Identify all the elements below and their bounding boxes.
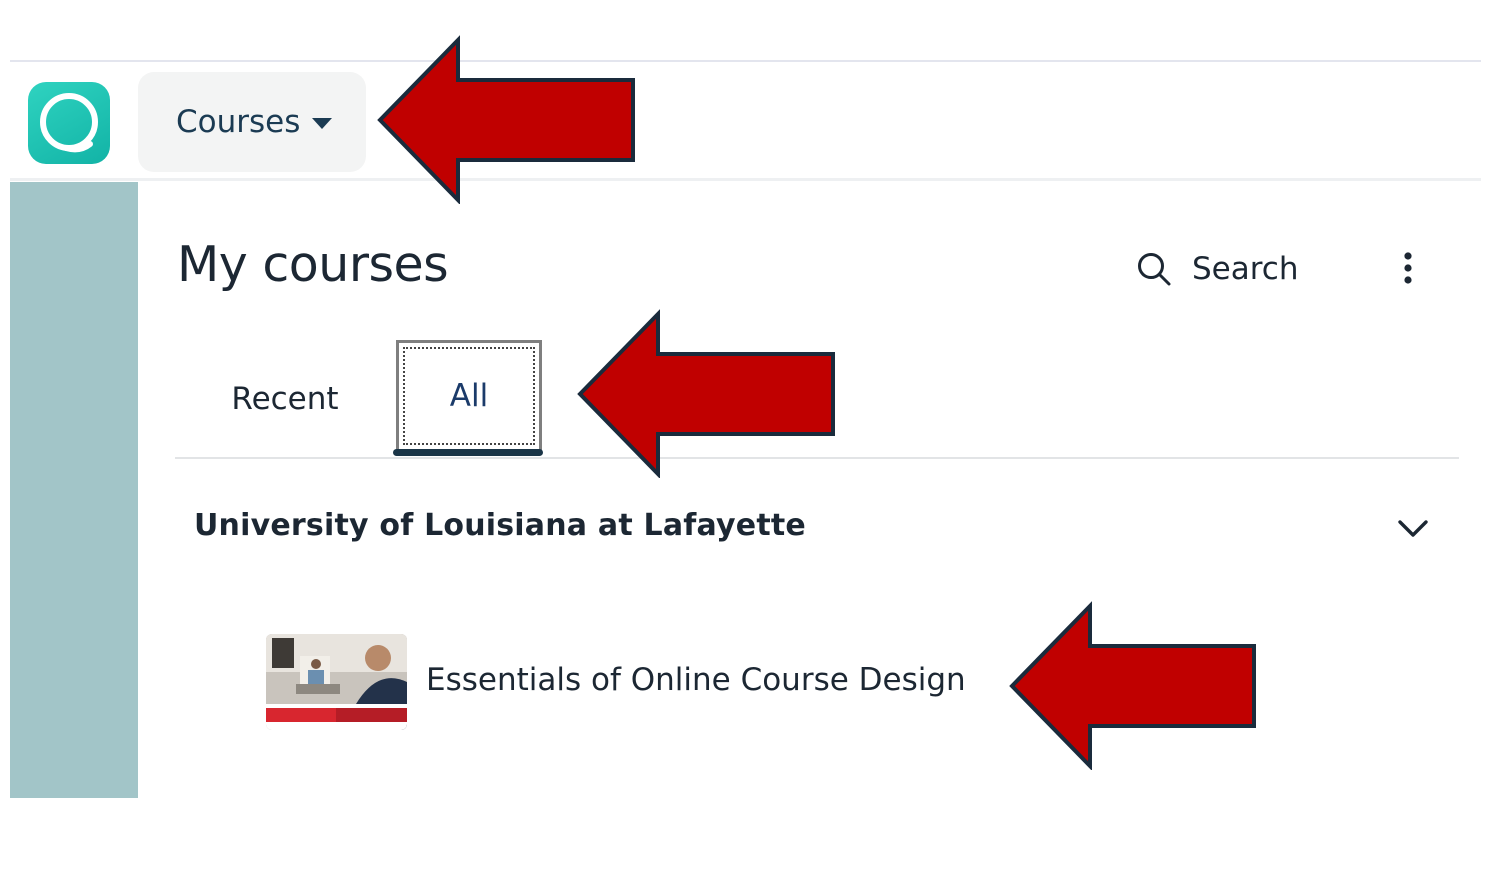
organization-name: University of Louisiana at Lafayette xyxy=(194,508,806,543)
top-border-line xyxy=(10,60,1481,62)
tab-recent-label: Recent xyxy=(231,381,339,417)
tab-all[interactable]: All xyxy=(396,340,542,452)
more-vertical-icon xyxy=(1404,252,1412,284)
search-label: Search xyxy=(1192,251,1299,287)
page-title: My courses xyxy=(177,236,449,293)
course-list-item[interactable]: Essentials of Online Course Design xyxy=(266,634,966,732)
chevron-down-icon xyxy=(1398,520,1428,537)
annotation-arrow-courses xyxy=(377,35,635,204)
course-thumbnail xyxy=(266,634,407,730)
caret-down-icon xyxy=(312,117,333,129)
courses-menu-button[interactable]: Courses xyxy=(138,72,366,172)
search-icon xyxy=(1138,253,1171,286)
course-title: Essentials of Online Course Design xyxy=(426,662,966,698)
side-rail xyxy=(10,182,138,798)
selected-tab-indicator xyxy=(393,449,543,456)
courses-menu-label: Courses xyxy=(176,104,301,140)
tab-all-focus-ring: All xyxy=(403,347,535,445)
header-divider xyxy=(10,178,1481,181)
search-button[interactable]: Search xyxy=(1136,248,1299,290)
app-logo-icon[interactable] xyxy=(28,82,110,164)
organization-section-header[interactable]: University of Louisiana at Lafayette xyxy=(175,500,1459,560)
tab-recent[interactable]: Recent xyxy=(207,370,363,428)
annotation-arrow-all-tab xyxy=(577,309,835,478)
tab-all-label: All xyxy=(449,378,489,414)
more-options-button[interactable] xyxy=(1392,250,1424,286)
annotation-arrow-course xyxy=(1009,601,1256,770)
